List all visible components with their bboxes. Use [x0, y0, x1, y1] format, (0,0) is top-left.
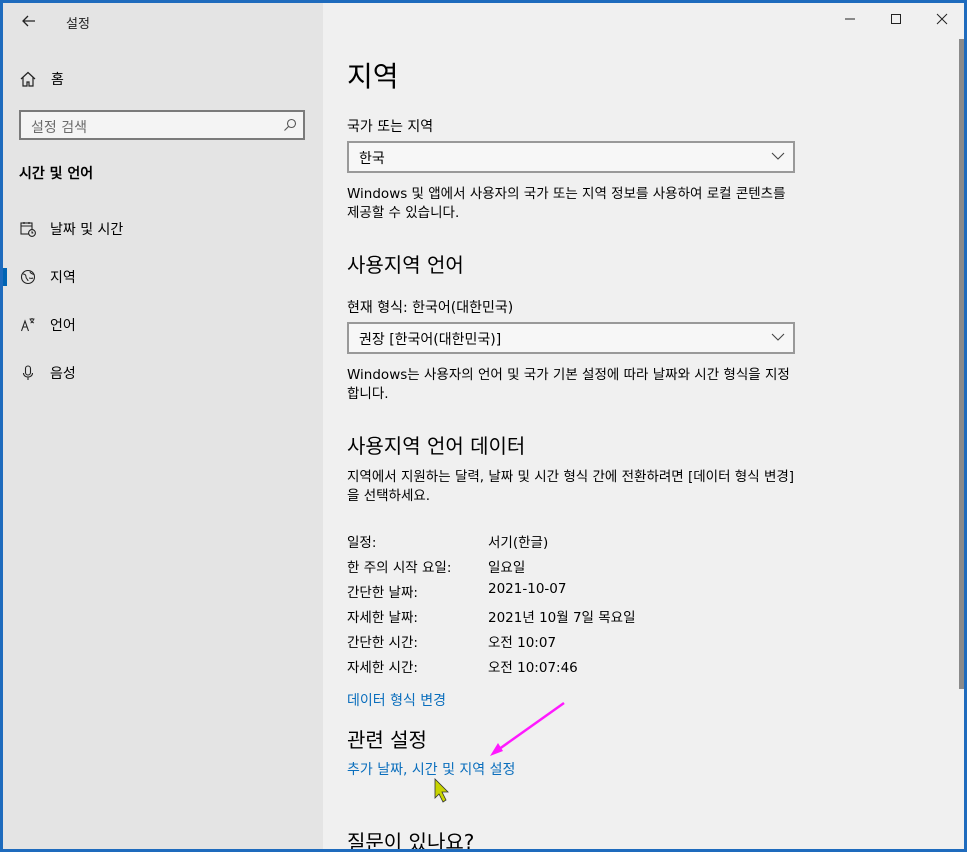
globe-icon: [20, 269, 36, 285]
regional-format-description: Windows는 사용자의 언어 및 국가 기본 설정에 따라 날짜와 시간 형…: [347, 367, 790, 402]
home-icon: [20, 71, 36, 87]
sidebar-item-date-time[interactable]: 날짜 및 시간: [3, 210, 323, 248]
page-title: 지역: [347, 60, 399, 93]
scrollbar[interactable]: [959, 39, 964, 689]
country-select-value: 한국: [359, 151, 385, 167]
sidebar-item-label: 날짜 및 시간: [50, 222, 124, 238]
minimize-icon: [845, 18, 855, 20]
format-key: 자세한 날짜:: [347, 610, 418, 626]
format-value: 서기(한글): [488, 535, 549, 551]
active-indicator: [3, 268, 7, 286]
back-arrow-icon: [22, 15, 35, 27]
back-button[interactable]: [17, 9, 41, 33]
country-description: Windows 및 앱에서 사용자의 국가 또는 지역 정보를 사용하여 로컬 …: [347, 186, 786, 221]
language-icon: [20, 318, 35, 332]
sidebar-item-language[interactable]: 언어: [3, 306, 323, 344]
close-button[interactable]: [919, 3, 964, 39]
questions-heading: 질문이 있나요?: [347, 830, 475, 849]
chevron-down-icon: [771, 152, 785, 160]
maximize-icon: [891, 14, 901, 24]
home-label: 홈: [51, 72, 64, 88]
main-content: 지역 국가 또는 지역 한국 Windows 및 앱에서 사용자의 국가 또는 …: [323, 3, 964, 849]
sidebar-item-label: 음성: [50, 366, 76, 382]
format-data-heading: 사용지역 언어 데이터: [347, 434, 526, 458]
format-key: 간단한 시간:: [347, 635, 418, 651]
format-data-description: 지역에서 지원하는 달력, 날짜 및 시간 형식 간에 전환하려면 [데이터 형…: [347, 469, 795, 504]
regional-format-heading: 사용지역 언어: [347, 253, 464, 277]
format-value: 2021년 10월 7일 목요일: [488, 610, 636, 626]
calendar-clock-icon: [20, 222, 36, 237]
sidebar-item-speech[interactable]: 음성: [3, 354, 323, 392]
sidebar-section-title: 시간 및 언어: [19, 166, 94, 182]
close-icon: [936, 13, 948, 25]
format-value: 오전 10:07:46: [488, 660, 578, 676]
format-value: 일요일: [488, 560, 526, 576]
app-title: 설정: [66, 17, 90, 32]
maximize-button[interactable]: [873, 3, 919, 39]
regional-format-select[interactable]: 권장 [한국어(대한민국)]: [347, 322, 795, 354]
search-input[interactable]: 설정 검색: [19, 110, 305, 140]
microphone-icon: [22, 365, 34, 380]
additional-date-time-region-link[interactable]: 추가 날짜, 시간 및 지역 설정: [347, 759, 515, 779]
format-key: 일정:: [347, 535, 377, 551]
format-key: 한 주의 시작 요일:: [347, 560, 452, 576]
sidebar-item-label: 지역: [50, 270, 76, 286]
format-value: 오전 10:07: [488, 635, 557, 651]
regional-format-value: 권장 [한국어(대한민국)]: [359, 332, 502, 348]
related-settings-heading: 관련 설정: [347, 728, 427, 752]
search-icon: [284, 118, 297, 131]
change-data-format-link[interactable]: 데이터 형식 변경: [347, 690, 446, 710]
format-value: 2021-10-07: [488, 581, 567, 597]
search-placeholder: 설정 검색: [31, 120, 87, 136]
country-select[interactable]: 한국: [347, 141, 795, 173]
country-label: 국가 또는 지역: [347, 119, 434, 135]
settings-window: 설정 홈 설정 검색 시간 및 언어 날짜 및 시간 지역 언어 음성 지역 국…: [3, 3, 964, 849]
sidebar-item-label: 언어: [50, 318, 76, 334]
current-format-label: 현재 형식: 한국어(대한민국): [347, 300, 514, 316]
format-key: 자세한 시간:: [347, 660, 418, 676]
sidebar: 설정 홈 설정 검색 시간 및 언어 날짜 및 시간 지역 언어 음성: [3, 3, 323, 849]
home-link[interactable]: 홈: [19, 67, 64, 91]
format-key: 간단한 날짜:: [347, 585, 418, 601]
sidebar-item-region[interactable]: 지역: [3, 258, 323, 296]
minimize-button[interactable]: [827, 3, 873, 39]
chevron-down-icon: [771, 333, 785, 341]
titlebar-left: 설정: [3, 3, 323, 39]
